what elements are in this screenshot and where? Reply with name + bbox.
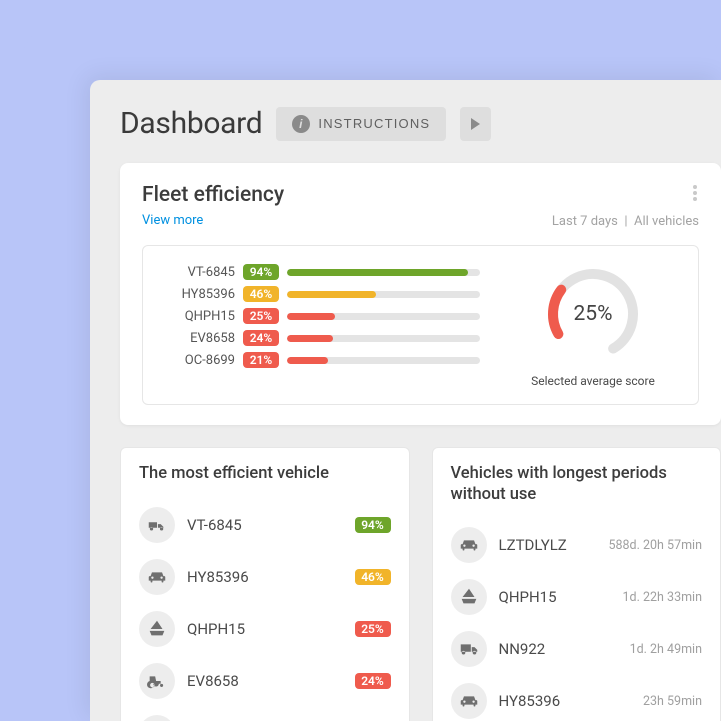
efficiency-badge: 46%	[355, 569, 391, 585]
tractor-icon	[139, 663, 175, 699]
gauge-value: 25%	[543, 264, 643, 364]
vehicle-name: HY85396	[187, 568, 249, 586]
bar-fill	[287, 269, 468, 276]
bar-vehicle-name: EV8658	[163, 331, 235, 346]
fleet-efficiency-card: Fleet efficiency View more Last 7 days |…	[120, 163, 721, 425]
bar-vehicle-name: QHPH15	[163, 309, 235, 324]
truck-small-icon	[139, 507, 175, 543]
efficiency-badge: 25%	[355, 621, 391, 637]
scope-label: All vehicles	[634, 214, 699, 229]
list-item[interactable]: QHPH15 1d. 22h 33min	[451, 571, 703, 623]
boat-icon	[139, 611, 175, 647]
fleet-efficiency-title: Fleet efficiency	[142, 183, 284, 207]
bar-vehicle-name: VT-6845	[163, 265, 235, 280]
bar-track	[287, 357, 480, 364]
boat-icon	[451, 579, 487, 615]
efficiency-bar-row: VT-6845 94%	[163, 264, 480, 280]
list-item[interactable]: HY85396 23h 59min	[451, 675, 703, 721]
most-efficient-title: The most efficient vehicle	[139, 464, 391, 485]
bar-track	[287, 291, 480, 298]
vehicle-name: EV8658	[187, 672, 239, 690]
list-item[interactable]: EV8658 24%	[139, 655, 391, 707]
list-item[interactable]: VT-6845 94%	[139, 499, 391, 551]
efficiency-bar-row: HY85396 46%	[163, 286, 480, 302]
vehicle-name: QHPH15	[187, 620, 245, 638]
view-more-link[interactable]: View more	[142, 213, 203, 228]
bar-track	[287, 335, 480, 342]
list-item[interactable]: OC-869921%	[139, 707, 391, 721]
bar-fill	[287, 313, 335, 320]
bar-vehicle-name: HY85396	[163, 287, 235, 302]
idle-duration: 1d. 22h 33min	[623, 590, 702, 605]
bar-fill	[287, 335, 333, 342]
play-icon	[471, 118, 480, 130]
vehicle-name: NN922	[499, 640, 546, 658]
gauge-area: 25% Selected average score	[508, 264, 678, 388]
instructions-button[interactable]: i INSTRUCTIONS	[276, 107, 446, 141]
bar-percent-badge: 25%	[243, 308, 279, 324]
efficiency-box: VT-6845 94% HY85396 46% QHPH15 25% EV8658 24% OC…	[142, 245, 699, 405]
truck-icon	[451, 631, 487, 667]
efficiency-bars: VT-6845 94% HY85396 46% QHPH15 25% EV8658 24% OC…	[163, 264, 480, 388]
average-gauge: 25%	[543, 264, 643, 364]
vehicle-name: QHPH15	[499, 588, 557, 606]
page-title: Dashboard	[120, 106, 262, 141]
topbar: Dashboard i INSTRUCTIONS	[120, 106, 721, 141]
list-item[interactable]: LZTDLYLZ 588d. 20h 57min	[451, 519, 703, 571]
idle-duration: 1d. 2h 49min	[630, 642, 702, 657]
app-window: Dashboard i INSTRUCTIONS Fleet efficienc…	[90, 80, 721, 721]
vehicle-name: LZTDLYLZ	[499, 536, 567, 554]
period-label: Last 7 days	[552, 214, 618, 229]
list-item[interactable]: HY85396 46%	[139, 551, 391, 603]
efficiency-badge: 24%	[355, 673, 391, 689]
truck-small-icon	[139, 715, 175, 721]
longest-idle-panel: Vehicles with longest periods without us…	[432, 447, 721, 721]
efficiency-bar-row: QHPH15 25%	[163, 308, 480, 324]
vehicle-name: VT-6845	[187, 516, 242, 534]
instructions-label: INSTRUCTIONS	[318, 116, 430, 131]
info-icon: i	[292, 115, 310, 133]
longest-idle-title: Vehicles with longest periods without us…	[451, 464, 691, 505]
card-more-icon[interactable]	[691, 183, 699, 203]
bar-percent-badge: 94%	[243, 264, 279, 280]
car-icon	[139, 559, 175, 595]
play-button[interactable]	[460, 107, 491, 141]
efficiency-bar-row: OC-8699 21%	[163, 352, 480, 368]
most-efficient-panel: The most efficient vehicle VT-6845 94% HY8…	[120, 447, 410, 721]
efficiency-bar-row: EV8658 24%	[163, 330, 480, 346]
bar-fill	[287, 291, 376, 298]
bar-percent-badge: 46%	[243, 286, 279, 302]
vehicle-name: HY85396	[499, 692, 561, 710]
list-item[interactable]: QHPH15 25%	[139, 603, 391, 655]
car-icon	[451, 527, 487, 563]
bar-vehicle-name: OC-8699	[163, 353, 235, 368]
bar-track	[287, 313, 480, 320]
bar-percent-badge: 21%	[243, 352, 279, 368]
car-icon	[451, 683, 487, 719]
idle-duration: 588d. 20h 57min	[608, 538, 702, 553]
gauge-label: Selected average score	[531, 374, 655, 388]
efficiency-badge: 94%	[355, 517, 391, 533]
bar-fill	[287, 357, 328, 364]
idle-duration: 23h 59min	[643, 694, 702, 709]
bar-percent-badge: 24%	[243, 330, 279, 346]
list-item[interactable]: NN922 1d. 2h 49min	[451, 623, 703, 675]
bar-track	[287, 269, 480, 276]
